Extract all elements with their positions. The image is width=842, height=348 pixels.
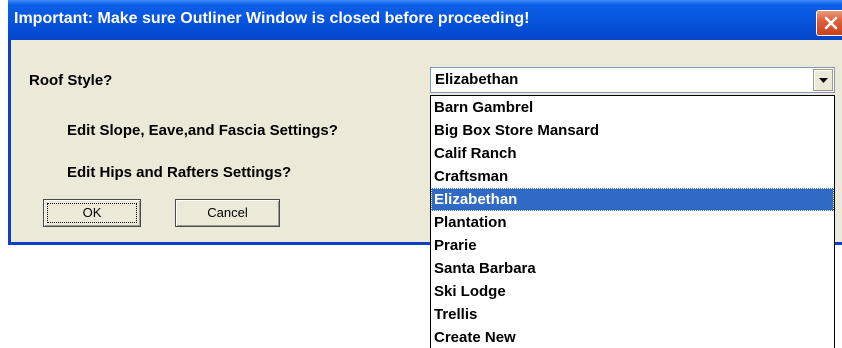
ok-button[interactable]: OK (43, 199, 141, 227)
dropdown-option[interactable]: Create New (431, 326, 834, 348)
dropdown-option[interactable]: Plantation (431, 211, 834, 234)
dropdown-option[interactable]: Craftsman (431, 165, 834, 188)
dropdown-option[interactable]: Barn Gambrel (431, 96, 834, 119)
dialog-title: Important: Make sure Outliner Window is … (14, 10, 530, 27)
dropdown-option[interactable]: Prarie (431, 234, 834, 257)
close-icon (824, 16, 838, 30)
chevron-down-icon (819, 78, 828, 83)
close-button[interactable] (816, 10, 842, 36)
dropdown-option[interactable]: Calif Ranch (431, 142, 834, 165)
dropdown-option[interactable]: Santa Barbara (431, 257, 834, 280)
dropdown-option[interactable]: Trellis (431, 303, 834, 326)
roof-style-selected-value: Elizabethan (435, 71, 519, 88)
dropdown-option[interactable]: Big Box Store Mansard (431, 119, 834, 142)
roof-style-select[interactable]: Elizabethan (430, 67, 835, 93)
dropdown-option[interactable]: Elizabethan (431, 188, 834, 211)
roof-style-dropdown-list[interactable]: Barn Gambrel Big Box Store Mansard Calif R… (430, 95, 835, 348)
dropdown-button[interactable] (813, 69, 833, 91)
title-bar[interactable]: Important: Make sure Outliner Window is … (8, 0, 842, 40)
roof-style-label: Roof Style? (29, 72, 113, 89)
dropdown-option[interactable]: Ski Lodge (431, 280, 834, 303)
cancel-button[interactable]: Cancel (175, 199, 280, 227)
edit-slope-label: Edit Slope, Eave,and Fascia Settings? (67, 122, 338, 139)
edit-hips-label: Edit Hips and Rafters Settings? (67, 164, 292, 181)
